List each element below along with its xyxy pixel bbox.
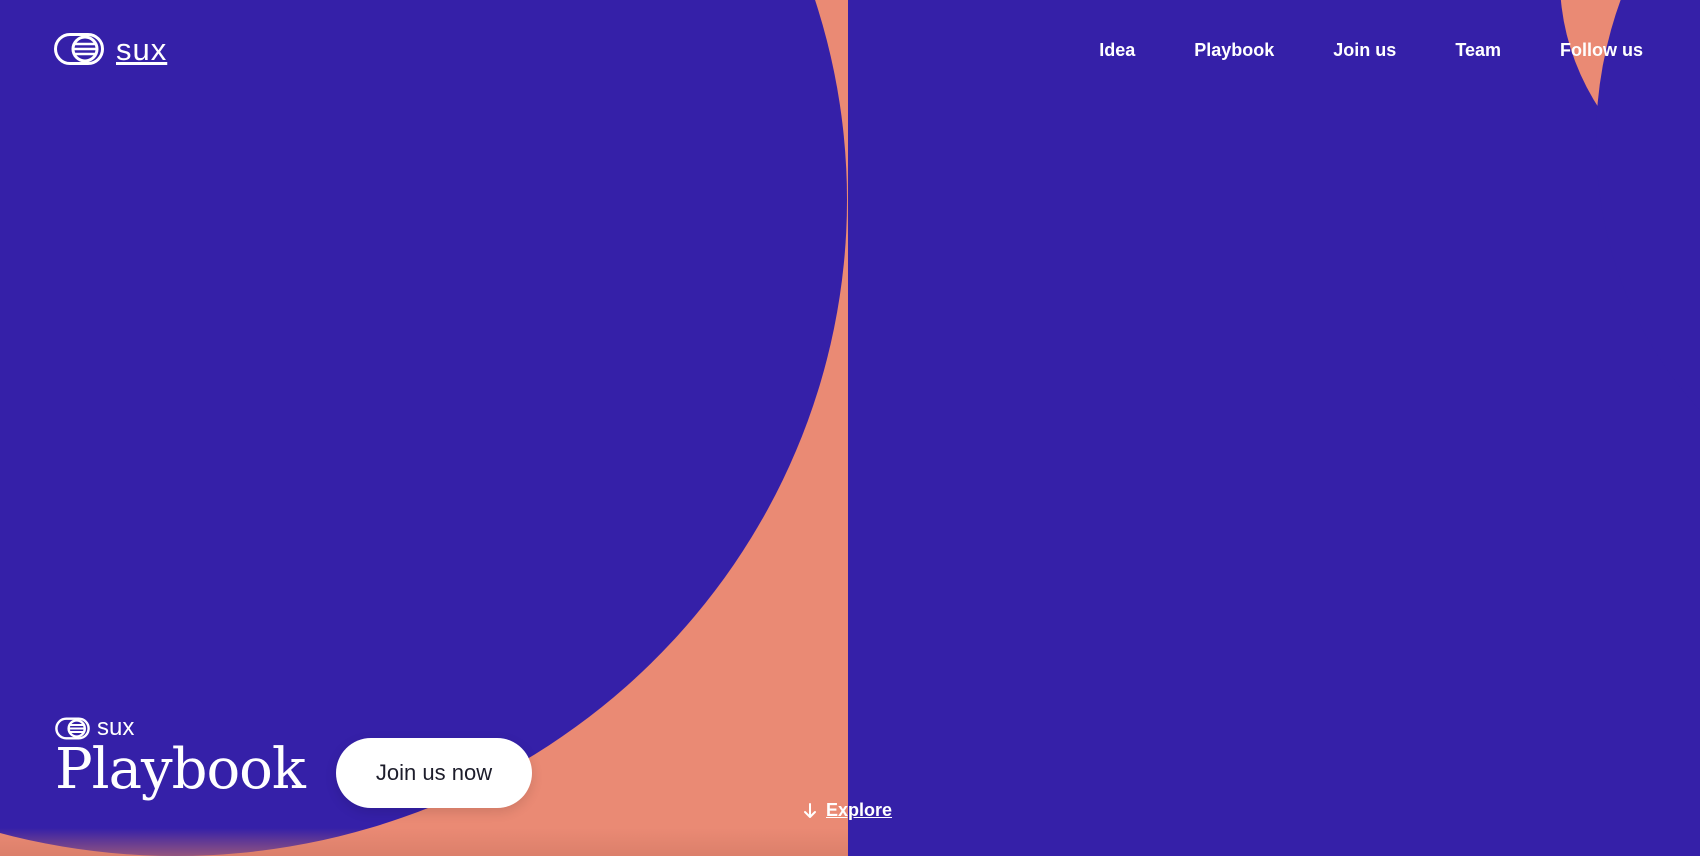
logo-link[interactable]: sux — [54, 33, 167, 65]
arrow-down-icon — [804, 802, 816, 818]
site-header: sux Idea Playbook Join us Team Follow us — [0, 0, 1700, 110]
join-us-now-button[interactable]: Join us now — [336, 738, 532, 808]
logo-text: sux — [116, 31, 168, 67]
playbook-title: Playbook — [55, 737, 306, 802]
bottom-shadow — [0, 828, 848, 856]
explore-link[interactable]: Explore — [802, 800, 892, 821]
logo-icon — [54, 33, 104, 65]
nav-item-idea[interactable]: Idea — [1099, 41, 1135, 59]
nav-item-playbook[interactable]: Playbook — [1194, 41, 1274, 59]
main-nav: Idea Playbook Join us Team Follow us — [1099, 41, 1643, 59]
nav-item-team[interactable]: Team — [1455, 41, 1501, 59]
nav-item-follow-us[interactable]: Follow us — [1560, 41, 1643, 59]
explore-label: Explore — [826, 800, 893, 820]
right-column-shape — [848, 0, 1700, 856]
playbook-brand: sux Playbook — [55, 716, 306, 802]
nav-item-join-us[interactable]: Join us — [1333, 41, 1396, 59]
